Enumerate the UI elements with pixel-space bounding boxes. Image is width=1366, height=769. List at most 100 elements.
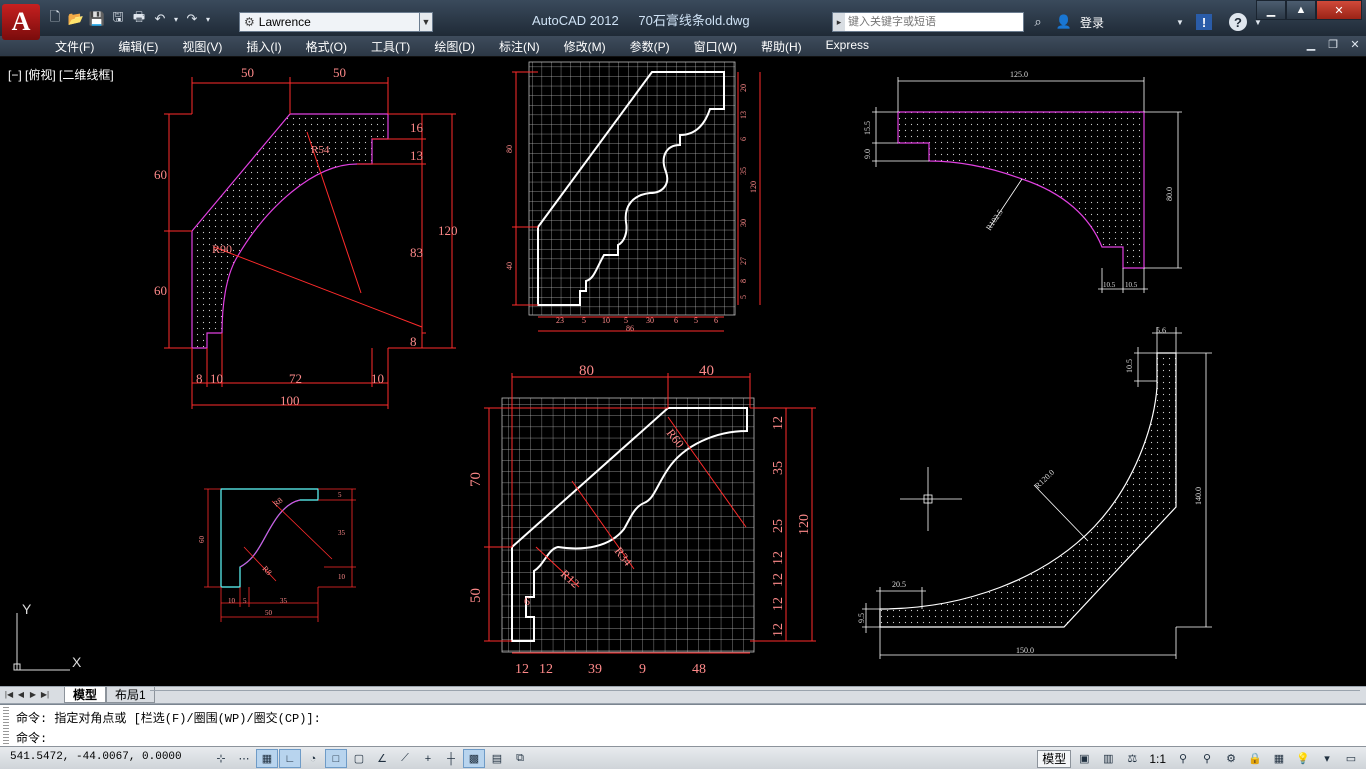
command-window-handle[interactable]	[3, 707, 9, 745]
maximize-button[interactable]: ▲	[1286, 0, 1316, 20]
workspace-value: Lawrence	[258, 15, 311, 29]
doc-close-icon[interactable]: ✕	[1348, 38, 1362, 51]
first-tab-icon[interactable]: |◀	[4, 688, 14, 700]
dim-d2-bot-5: 6	[674, 316, 678, 325]
autoscale-icon[interactable]: ⚲	[1196, 749, 1218, 768]
doc-minimize-icon[interactable]: ▁	[1304, 38, 1318, 51]
login-link[interactable]: 登录	[1080, 14, 1104, 31]
quick-properties-icon[interactable]: ▤	[486, 749, 508, 768]
help-icon: ?	[1229, 13, 1248, 31]
gear-icon: ⚙	[244, 15, 255, 29]
menu-dimension[interactable]: 标注(N)	[499, 38, 540, 55]
command-input[interactable]	[47, 729, 1356, 746]
open-file-icon[interactable]: 📂	[67, 10, 85, 28]
annotation-scale-value[interactable]: 1:1	[1145, 752, 1170, 766]
dim-d1-right-total: 120	[438, 223, 458, 238]
command-prompt-row: 命令:	[16, 729, 1356, 746]
menu-draw[interactable]: 绘图(D)	[434, 38, 475, 55]
menu-file[interactable]: 文件(F)	[55, 38, 94, 55]
save-as-icon[interactable]: 🖫	[109, 9, 127, 28]
save-icon[interactable]: 💾	[88, 10, 106, 28]
doc-restore-icon[interactable]: ❐	[1326, 38, 1340, 51]
prev-tab-icon[interactable]: ◀	[16, 688, 26, 700]
dim-d1-top-a: 50	[241, 65, 254, 80]
search-expand-icon[interactable]: ▸	[833, 13, 845, 31]
menu-tools[interactable]: 工具(T)	[371, 38, 410, 55]
isolate-objects-icon[interactable]: 💡	[1292, 749, 1314, 768]
workspace-select[interactable]: ⚙ Lawrence ▼	[239, 12, 431, 32]
quick-view-layouts-icon[interactable]: ▣	[1073, 749, 1095, 768]
dim-d2-right-7: 5	[739, 295, 748, 299]
qat-customize-button[interactable]: ▼	[419, 12, 433, 32]
profile-drawing-1[interactable]: 50 50 60 60 R54 R90 16 13 83 8 120 8 10 …	[154, 65, 458, 409]
dim-d6-left-bot: 9.5	[857, 613, 866, 623]
dynamic-input-icon[interactable]: +	[417, 749, 439, 768]
dim-d1-right-b: 13	[410, 148, 423, 163]
binoculars-icon[interactable]: ⌕	[1028, 12, 1048, 32]
infer-constraints-icon[interactable]: ⊹	[210, 749, 232, 768]
redo-dropdown-icon[interactable]: ▾	[204, 10, 212, 28]
menu-window[interactable]: 窗口(W)	[694, 38, 737, 55]
profile-drawing-6[interactable]: 5.6 10.5 140.0 R120.0 20.5 9.5 150.0	[857, 326, 1212, 659]
undo-icon[interactable]: ↶	[151, 10, 169, 28]
menu-help[interactable]: 帮助(H)	[761, 38, 802, 55]
minimize-button[interactable]: ▁	[1256, 0, 1286, 20]
clean-screen-icon[interactable]: ▭	[1340, 749, 1362, 768]
application-menu-button[interactable]: A	[2, 4, 40, 40]
search-input[interactable]	[845, 15, 1020, 29]
hardware-acceleration-icon[interactable]: ▦	[1268, 749, 1290, 768]
horizontal-scrollbar[interactable]	[150, 690, 1360, 700]
help-dropdown[interactable]: ?	[1228, 12, 1248, 32]
selection-cycling-icon[interactable]: ⧉	[509, 749, 531, 768]
redo-icon[interactable]: ↷	[183, 10, 201, 28]
object-snap-tracking-icon[interactable]: ∠	[371, 749, 393, 768]
polar-tracking-icon[interactable]: ◔	[302, 749, 324, 768]
last-tab-icon[interactable]: ▶|	[40, 688, 50, 700]
drafting-settings: ⊹ ⋯ ▦ ∟ ◔ □ ▢ ∠ ⟋ + ┼ ▩ ▤ ⧉	[210, 749, 531, 768]
dim-d4-top-a: 80	[579, 363, 594, 379]
lineweight-icon[interactable]: ┼	[440, 749, 462, 768]
transparency-icon[interactable]: ▩	[463, 749, 485, 768]
menu-edit[interactable]: 编辑(E)	[118, 38, 158, 55]
annotation-visibility-icon[interactable]: ⚲	[1172, 749, 1194, 768]
dim-d2-bot-4: 30	[646, 316, 654, 325]
dim-d3-radius: R102.5	[984, 208, 1005, 232]
coordinate-display[interactable]: 541.5472, -44.0067, 0.0000	[10, 751, 182, 763]
lock-icon[interactable]: 🔒	[1244, 749, 1266, 768]
menu-view[interactable]: 视图(V)	[182, 38, 222, 55]
profile-drawing-2[interactable]: 80 40 20 13 6 35 30 27 8 5 120 23 5 10 5…	[505, 61, 761, 333]
menu-parametric[interactable]: 参数(P)	[630, 38, 670, 55]
chevron-down-icon[interactable]: ▼	[1170, 12, 1190, 32]
close-button[interactable]: ✕	[1316, 0, 1362, 20]
exchange-icon[interactable]: !	[1196, 14, 1213, 30]
tab-model[interactable]: 模型	[64, 687, 107, 703]
model-space-button[interactable]: 模型	[1037, 749, 1072, 768]
menu-modify[interactable]: 修改(M)	[564, 38, 606, 55]
menu-format[interactable]: 格式(O)	[306, 38, 347, 55]
tab-layout1[interactable]: 布局1	[106, 687, 155, 703]
dim-d6-left-dim: 20.5	[892, 580, 906, 589]
snap-mode-icon[interactable]: ⋯	[233, 749, 255, 768]
grid-display-icon[interactable]: ▦	[256, 749, 278, 768]
dim-d4-top-b: 40	[699, 363, 714, 379]
menu-insert[interactable]: 插入(I)	[246, 38, 281, 55]
ortho-mode-icon[interactable]: ∟	[279, 749, 301, 768]
print-icon[interactable]: 🖶	[130, 9, 148, 28]
drawing-canvas[interactable]: [−] [俯视] [二维线框] 50 50 60 60 R54 R90 16 1…	[4, 57, 1366, 686]
quick-view-drawings-icon[interactable]: ▥	[1097, 749, 1119, 768]
profile-drawing-5[interactable]: 60 5 35 10 R8 R8 10 5 35 50	[198, 488, 356, 622]
workspace-switching-icon[interactable]: ⚙	[1220, 749, 1242, 768]
dynamic-ucs-icon[interactable]: ⟋	[394, 749, 416, 768]
object-snap-icon[interactable]: □	[325, 749, 347, 768]
profile-drawing-4[interactable]: 80 40 70 50 12 35 25 12 12 12 12 120 12 …	[468, 363, 816, 677]
annotation-scale-icon: ⚖	[1127, 753, 1138, 765]
next-tab-icon[interactable]: ▶	[28, 688, 38, 700]
3d-object-snap-icon[interactable]: ▢	[348, 749, 370, 768]
status-menu-icon[interactable]: ▾	[1316, 749, 1338, 768]
menu-express[interactable]: Express	[826, 38, 869, 55]
viewport-controls[interactable]: [−] [俯视] [二维线框]	[8, 66, 114, 83]
profile-drawing-3[interactable]: 125.0 15.5 9.0 80.0 R102.5 10.5 10.5	[863, 70, 1182, 293]
undo-dropdown-icon[interactable]: ▾	[172, 10, 180, 28]
dim-d4-right-0: 12	[771, 416, 786, 430]
new-file-icon[interactable]: 🗋	[46, 9, 64, 28]
